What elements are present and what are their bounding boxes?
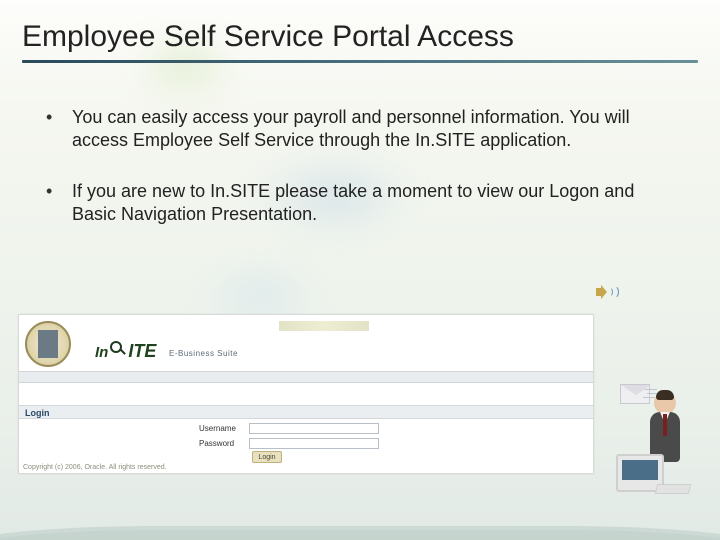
slide-title: Employee Self Service Portal Access xyxy=(22,20,698,54)
login-button[interactable]: Login xyxy=(252,451,282,463)
title-underline xyxy=(22,60,698,63)
username-row: Username xyxy=(199,423,379,434)
person-icon xyxy=(654,392,676,414)
decor-smudge xyxy=(279,321,369,331)
insite-logo: In ITE xyxy=(95,341,156,362)
bullet-list: You can easily access your payroll and p… xyxy=(46,106,636,254)
title-area: Employee Self Service Portal Access xyxy=(22,20,698,63)
password-row: Password xyxy=(199,438,379,449)
brand-subtitle: E-Business Suite xyxy=(169,349,238,358)
brand-suffix: ITE xyxy=(128,341,156,362)
username-input[interactable] xyxy=(249,423,379,434)
slide: Employee Self Service Portal Access You … xyxy=(0,0,720,540)
username-label: Username xyxy=(199,424,243,433)
speaker-icon[interactable] xyxy=(596,284,614,302)
bullet-item: You can easily access your payroll and p… xyxy=(46,106,636,152)
magnifier-icon xyxy=(110,341,126,357)
org-seal-icon xyxy=(25,321,71,367)
keyboard-icon xyxy=(655,484,691,494)
login-fields: Username Password xyxy=(199,423,379,453)
brand-prefix: In xyxy=(95,344,108,361)
login-section-header: Login xyxy=(19,405,593,419)
password-input[interactable] xyxy=(249,438,379,449)
bullet-item: If you are new to In.SITE please take a … xyxy=(46,180,636,226)
footer-decor xyxy=(0,514,720,540)
copyright-text: Copyright (c) 2006, Oracle. All rights r… xyxy=(23,464,167,471)
tab-bar xyxy=(19,371,593,383)
envelope-icon xyxy=(620,384,650,404)
clipart-group xyxy=(616,382,708,492)
login-screenshot: In ITE E-Business Suite Login Username P… xyxy=(18,314,594,474)
password-label: Password xyxy=(199,439,243,448)
